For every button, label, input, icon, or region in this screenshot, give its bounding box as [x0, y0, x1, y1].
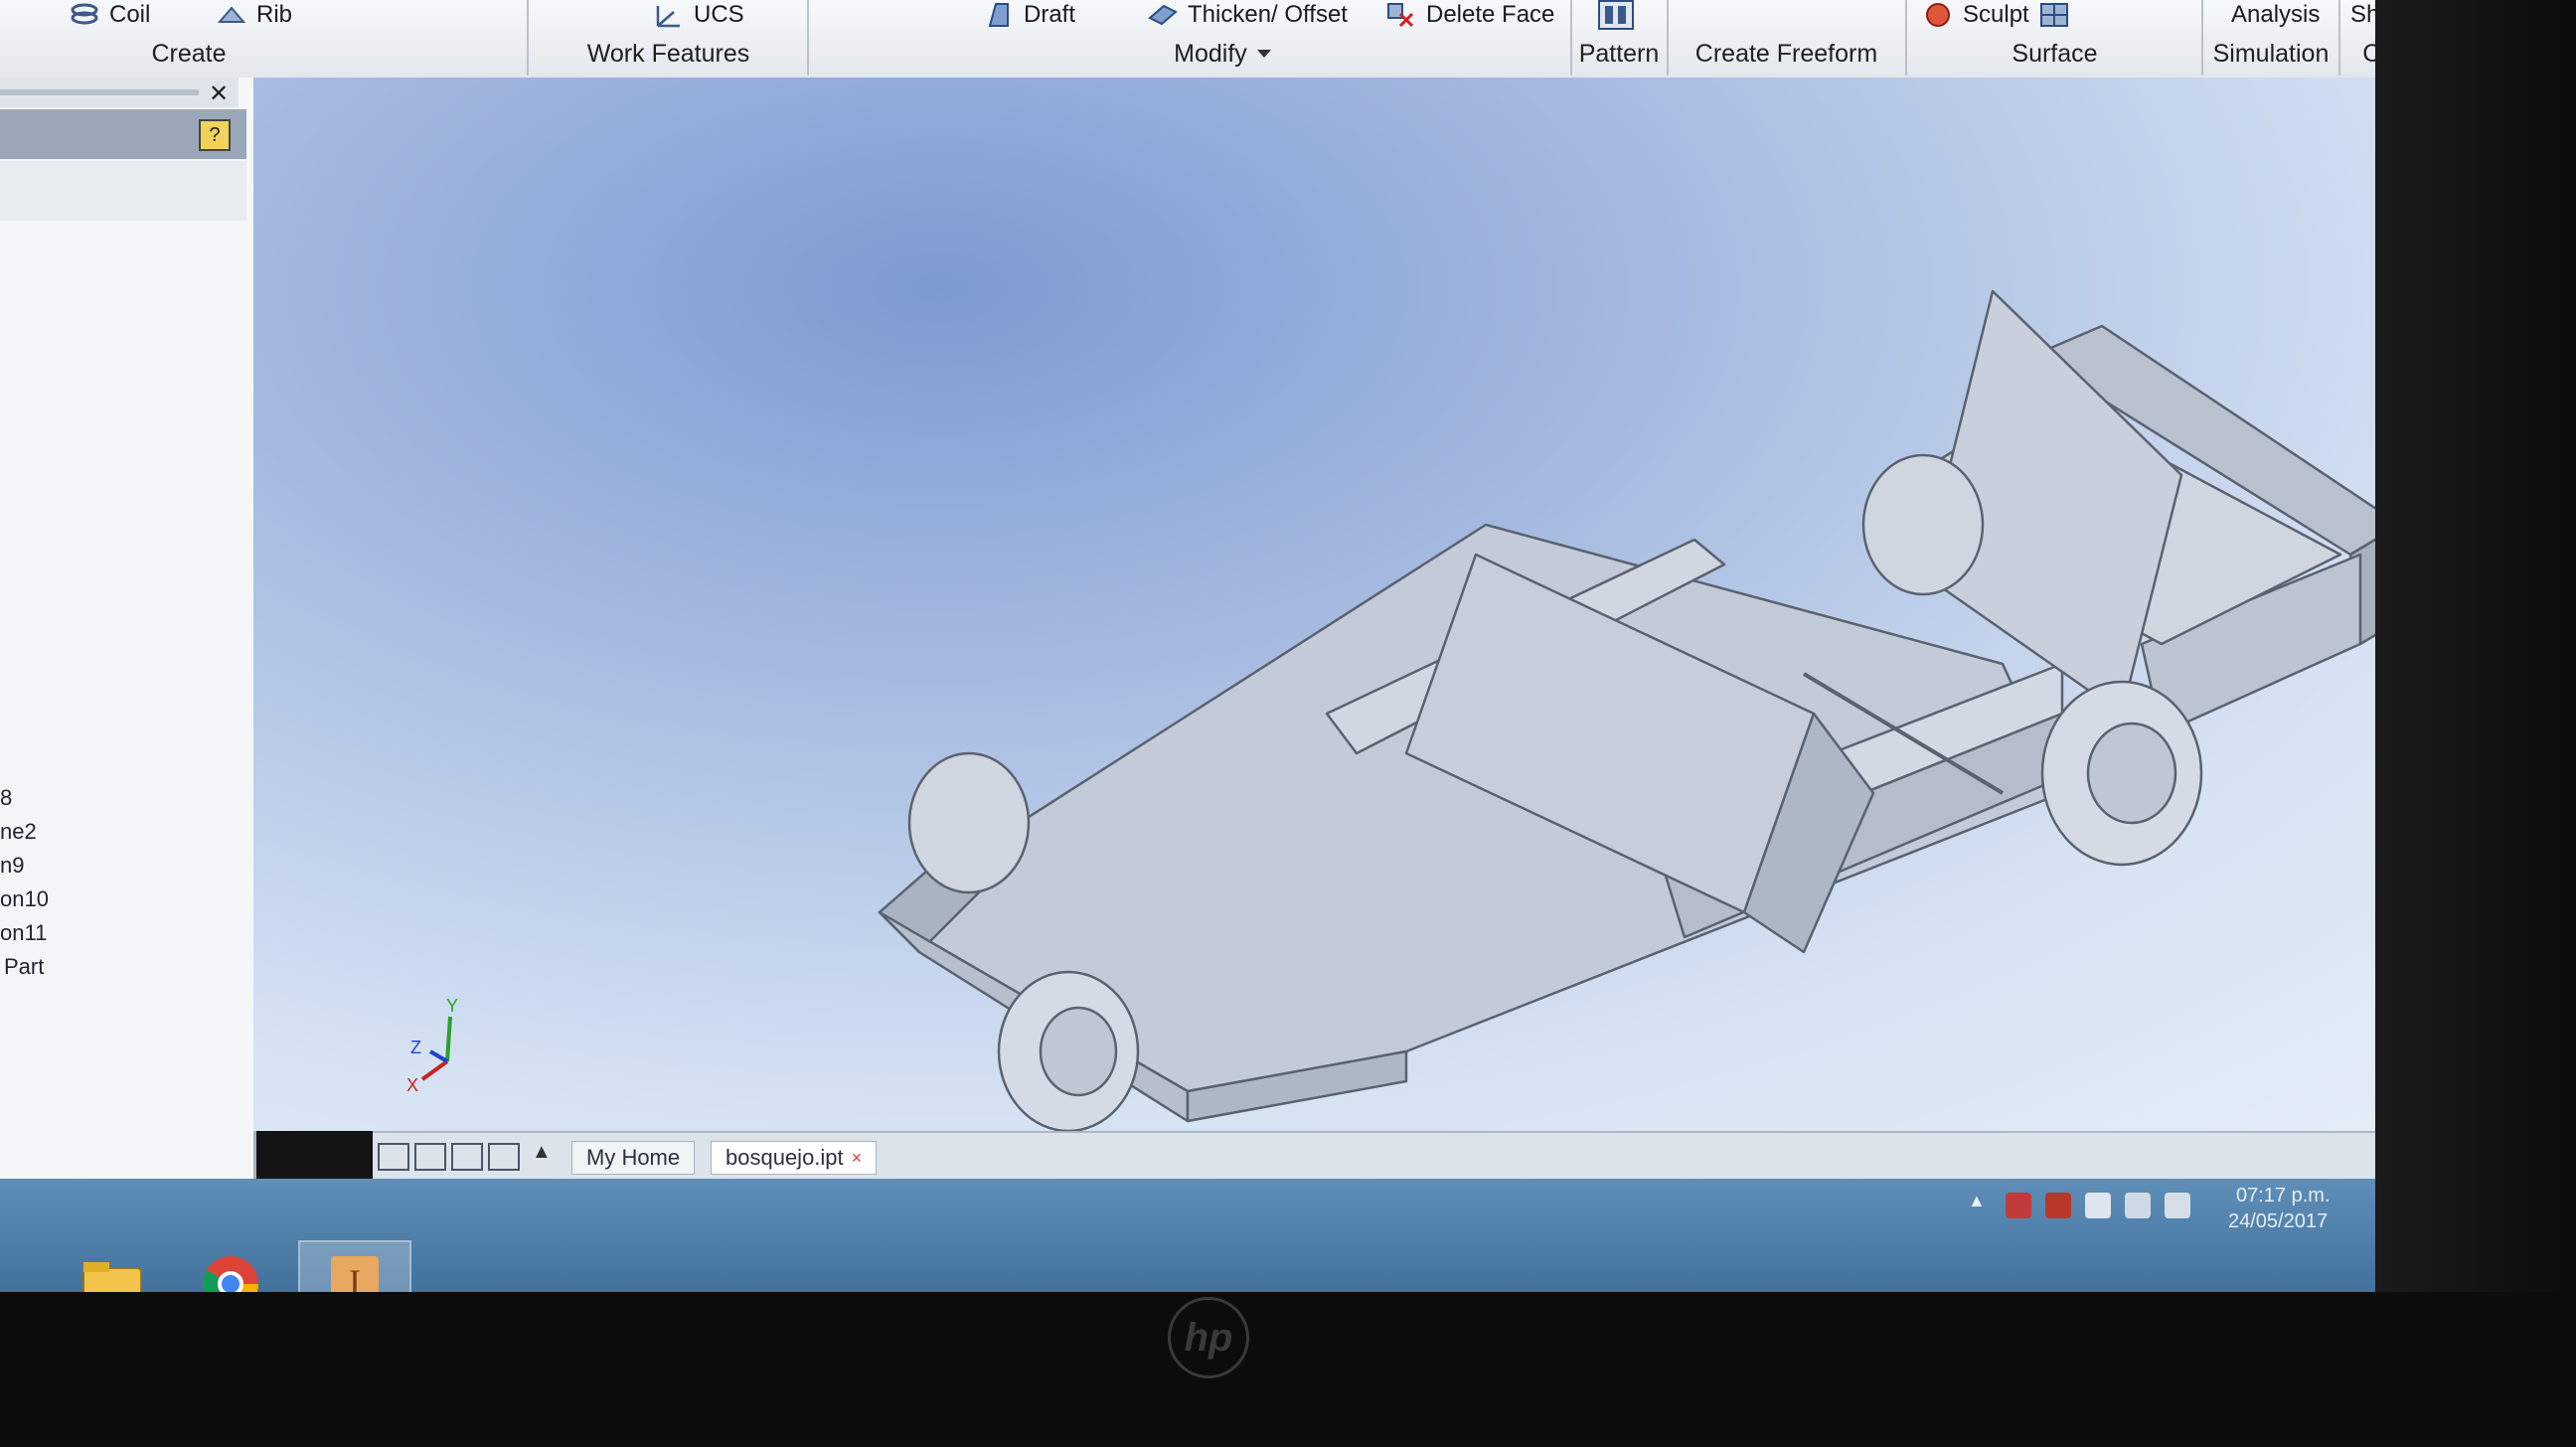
sculpt-icon — [1926, 3, 1950, 27]
close-icon[interactable]: × — [852, 1148, 863, 1169]
delete-face-button[interactable]: Delete Face — [1386, 0, 1554, 30]
tree-item[interactable]: on10 — [0, 886, 49, 912]
ribbon-separator — [807, 0, 809, 76]
z-axis-label: Z — [410, 1038, 421, 1057]
wheel-rear-left — [1861, 453, 1985, 596]
cascade-icon[interactable] — [378, 1143, 409, 1171]
coil-label: Coil — [109, 1, 151, 28]
power-icon[interactable] — [2085, 1193, 2111, 1218]
pattern-icon — [1598, 0, 1634, 30]
ribbon-separator — [1905, 0, 1907, 76]
surface-grid-icon — [2039, 3, 2068, 27]
model-browser: ✕ ? 8 ne2 n9 on10 on11 Part — [0, 78, 256, 1201]
document-tab-bar: ▲ My Home bosquejo.ipt × — [373, 1131, 2539, 1181]
ribbon-separator — [527, 0, 529, 76]
volume-icon[interactable] — [2165, 1193, 2190, 1218]
rib-label: Rib — [256, 1, 293, 28]
tree-item[interactable]: ne2 — [0, 819, 37, 845]
system-tray: ▲ 07:17 p.m. 24/05/2017 — [1968, 1179, 2385, 1238]
thicken-offset-button[interactable]: Thicken/ Offset — [1148, 0, 1348, 30]
tab-my-home[interactable]: My Home — [571, 1141, 696, 1175]
ribbon-separator — [1667, 0, 1669, 76]
thicken-offset-label: Thicken/ Offset — [1188, 1, 1348, 28]
rib-button[interactable]: Rib — [217, 0, 292, 30]
browser-toolbar — [0, 161, 246, 221]
tab-document[interactable]: bosquejo.ipt × — [711, 1141, 878, 1175]
browser-title-bar: ✕ — [0, 78, 239, 107]
panel-surface[interactable]: Surface — [1908, 34, 2201, 74]
tile-horizontal-icon[interactable] — [451, 1143, 483, 1171]
tray-time[interactable]: 07:17 p.m. — [2236, 1185, 2331, 1207]
tree-item[interactable]: Part — [4, 954, 44, 980]
draft-button[interactable]: Draft — [984, 0, 1075, 30]
go-kart-model[interactable] — [770, 197, 2420, 1191]
panel-work-features[interactable]: Work Features — [537, 34, 800, 74]
graphics-window[interactable]: – ❐ ✕ — [253, 78, 2539, 1133]
panel-modify[interactable]: Modify — [1073, 34, 1371, 74]
ucs-button[interactable]: UCS — [654, 0, 744, 30]
browser-grip[interactable] — [0, 89, 199, 95]
ribbon: Coil Rib UCS Draft Thicken/ Offset Delet… — [0, 0, 2544, 80]
draft-icon — [988, 3, 1009, 27]
draft-label: Draft — [1024, 1, 1076, 28]
chevron-down-icon — [1256, 50, 1271, 58]
coil-icon — [71, 3, 98, 25]
delete-face-label: Delete Face — [1426, 1, 1555, 28]
close-icon[interactable]: ✕ — [209, 80, 229, 108]
delete-face-icon — [1387, 3, 1414, 28]
panel-simulation[interactable]: Simulation — [2204, 34, 2337, 74]
sculpt-button[interactable]: Sculpt — [1923, 0, 2069, 30]
ribbon-separator — [2201, 0, 2203, 76]
panel-modify-label: Modify — [1174, 39, 1247, 68]
analysis-label: Analysis — [2231, 1, 2321, 28]
analysis-button[interactable]: Analysis — [2231, 0, 2320, 30]
pattern-button[interactable] — [1598, 0, 1634, 30]
sculpt-label: Sculpt — [1963, 1, 2029, 28]
wheel-front-left — [907, 751, 1031, 894]
tab-document-label: bosquejo.ipt — [725, 1145, 844, 1170]
laptop-bezel-right — [2375, 0, 2576, 1447]
tray-date[interactable]: 24/05/2017 — [2228, 1210, 2328, 1233]
axis-triad: Y X Z — [406, 996, 458, 1095]
rib-icon — [217, 6, 246, 23]
tab-scroll-icon[interactable]: ▲ — [532, 1141, 552, 1164]
tile-vertical-icon[interactable] — [488, 1143, 520, 1171]
tree-item[interactable]: on11 — [0, 920, 47, 946]
tile-icon[interactable] — [414, 1143, 446, 1171]
show-hidden-icons-icon[interactable]: ▲ — [1968, 1191, 1986, 1211]
help-icon[interactable]: ? — [199, 119, 231, 151]
thicken-icon — [1148, 4, 1178, 26]
panel-create[interactable]: Create — [60, 34, 318, 74]
ucs-label: UCS — [694, 1, 744, 28]
y-axis-label: Y — [446, 996, 458, 1016]
ribbon-separator — [2338, 0, 2340, 76]
tree-item[interactable]: 8 — [0, 785, 12, 811]
ucs-icon — [656, 6, 680, 28]
hp-logo: hp — [1168, 1297, 1249, 1378]
network-icon[interactable] — [2125, 1193, 2151, 1218]
browser-header: ? — [0, 109, 246, 159]
action-center-icon[interactable] — [2006, 1193, 2031, 1218]
coil-button[interactable]: Coil — [70, 0, 150, 30]
panel-pattern[interactable]: Pattern — [1572, 34, 1666, 74]
antivirus-icon[interactable] — [2045, 1193, 2071, 1218]
panel-create-freeform[interactable]: Create Freeform — [1670, 34, 1903, 74]
x-axis-label: X — [406, 1075, 418, 1095]
tree-item[interactable]: n9 — [0, 853, 24, 879]
laptop-bezel — [0, 1292, 2576, 1447]
